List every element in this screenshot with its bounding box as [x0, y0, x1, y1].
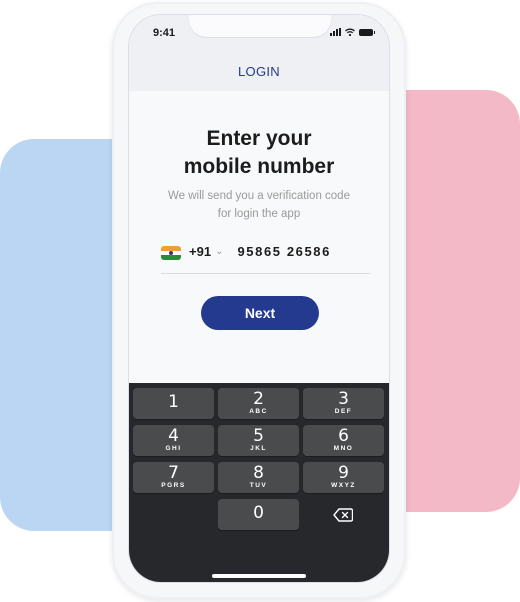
key-0[interactable]: 0 [218, 499, 299, 530]
backspace-icon[interactable] [332, 507, 354, 523]
key-3[interactable]: 3 DEF [303, 388, 384, 419]
phone-number-input[interactable]: 95865 26586 [237, 244, 331, 259]
key-letters: GHI [165, 445, 182, 452]
key-digit: 1 [168, 392, 179, 412]
instruction-text: We will send you a verification code for… [129, 187, 389, 223]
key-letters: WXYZ [331, 482, 356, 489]
wifi-icon [345, 28, 355, 36]
heading-line-1: Enter your [206, 127, 312, 150]
app-header: 9:41 LOGIN [129, 15, 389, 91]
numeric-keypad: 1 2 ABC 3 DEF 4 GHI 5 JKL 6 MNO 7 PGRS 8… [129, 383, 389, 582]
status-time: 9:41 [153, 27, 176, 39]
key-letters: ABC [249, 408, 268, 415]
phone-screen: 9:41 LOGIN Enter your mobile number We w… [129, 15, 389, 582]
background-pink-panel [390, 90, 520, 512]
key-4[interactable]: 4 GHI [133, 425, 214, 456]
key-digit: 7 [168, 463, 179, 483]
signal-icon [330, 28, 341, 36]
key-letters: MNO [333, 445, 354, 452]
instruction-line-2: for login the app [217, 208, 301, 220]
next-button[interactable]: Next [201, 296, 319, 330]
key-digit: 8 [253, 463, 264, 483]
key-letters: TUV [249, 482, 268, 489]
key-letters: PGRS [161, 482, 186, 489]
chevron-down-icon[interactable]: ⌄ [215, 246, 223, 257]
phone-input-row: +91 ⌄ 95865 26586 [161, 244, 370, 274]
key-9[interactable]: 9 WXYZ [303, 462, 384, 493]
key-digit: 4 [168, 426, 179, 446]
key-2[interactable]: 2 ABC [218, 388, 299, 419]
key-1[interactable]: 1 [133, 388, 214, 419]
key-digit: 3 [338, 389, 349, 409]
phone-notch [189, 15, 331, 37]
key-letters: JKL [250, 445, 267, 452]
key-digit: 9 [338, 463, 349, 483]
battery-icon [359, 28, 375, 36]
key-digit: 5 [253, 426, 264, 446]
key-6[interactable]: 6 MNO [303, 425, 384, 456]
heading-line-2: mobile number [183, 155, 335, 178]
home-indicator[interactable] [212, 574, 306, 578]
india-flag-icon[interactable] [161, 246, 181, 260]
key-5[interactable]: 5 JKL [218, 425, 299, 456]
country-code-select[interactable]: +91 [189, 244, 211, 259]
background-blue-panel [0, 139, 130, 531]
key-8[interactable]: 8 TUV [218, 462, 299, 493]
key-digit: 6 [338, 426, 349, 446]
instruction-line-1: We will send you a verification code [168, 190, 350, 202]
phone-frame: 9:41 LOGIN Enter your mobile number We w… [112, 2, 406, 599]
key-digit: 0 [253, 503, 264, 523]
key-7[interactable]: 7 PGRS [133, 462, 214, 493]
key-digit: 2 [253, 389, 264, 409]
page-title: LOGIN [238, 64, 280, 79]
status-icons [330, 28, 375, 36]
key-letters: DEF [334, 408, 353, 415]
main-heading: Enter your mobile number [129, 125, 389, 181]
